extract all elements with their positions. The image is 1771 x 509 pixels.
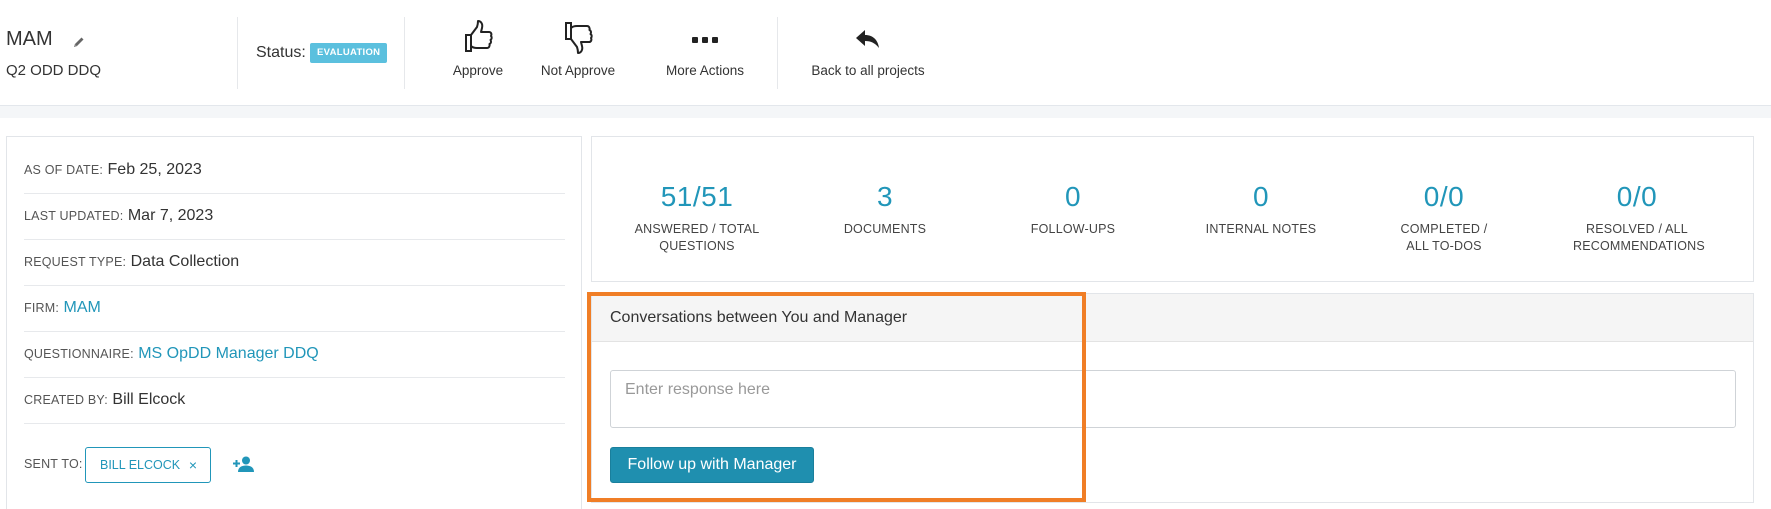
not-approve-label: Not Approve bbox=[540, 63, 616, 78]
project-header: MAM Q2 ODD DDQ Status: EVALUATION Approv… bbox=[0, 0, 1771, 106]
project-title: MAM bbox=[6, 28, 53, 50]
created-by-value: Bill Elcock bbox=[112, 391, 186, 408]
remove-recipient-icon[interactable]: × bbox=[189, 448, 197, 482]
stat-caption: RESOLVED / ALL RECOMMENDATIONS bbox=[1573, 222, 1705, 253]
thumbs-up-icon bbox=[465, 20, 493, 52]
add-user-icon[interactable] bbox=[233, 455, 255, 473]
stat-answered-questions[interactable]: 51/51 ANSWERED / TOTAL QUESTIONS bbox=[603, 181, 791, 255]
stat-caption: ANSWERED / TOTAL QUESTIONS bbox=[634, 222, 760, 253]
sent-to-label: SENT TO: bbox=[24, 457, 83, 471]
stat-recommendations[interactable]: 0/0 RESOLVED / ALL RECOMMENDATIONS bbox=[1543, 181, 1731, 255]
conversation-title: Conversations between You and Manager bbox=[610, 309, 908, 326]
more-actions-label: More Actions bbox=[665, 63, 745, 78]
stat-caption: INTERNAL NOTES bbox=[1205, 222, 1317, 236]
not-approve-button[interactable]: Not Approve bbox=[536, 18, 620, 78]
approve-button[interactable]: Approve bbox=[446, 18, 510, 78]
recipient-chip: BILL ELCOCK × bbox=[85, 447, 211, 483]
as-of-date-row: AS OF DATE: Feb 25, 2023 bbox=[24, 147, 565, 194]
firm-link[interactable]: MAM bbox=[63, 299, 100, 316]
status-badge: EVALUATION bbox=[310, 43, 388, 63]
header-divider bbox=[777, 17, 778, 89]
project-subtitle: Q2 ODD DDQ bbox=[6, 62, 102, 79]
status-label: Status: bbox=[256, 44, 306, 61]
request-type-label: REQUEST TYPE: bbox=[24, 255, 127, 269]
approve-label: Approve bbox=[452, 63, 504, 78]
recipient-chip-label: BILL ELCOCK bbox=[100, 458, 181, 472]
created-by-row: CREATED BY: Bill Elcock bbox=[24, 377, 565, 424]
stat-value: 0/0 bbox=[1423, 181, 1465, 212]
more-actions-button[interactable]: More Actions bbox=[661, 18, 749, 78]
stat-value: 0 bbox=[1252, 181, 1270, 212]
stat-value: 51/51 bbox=[660, 181, 734, 212]
questionnaire-label: QUESTIONNAIRE: bbox=[24, 347, 134, 361]
project-details-panel: AS OF DATE: Feb 25, 2023 LAST UPDATED: M… bbox=[6, 136, 582, 509]
stat-follow-ups[interactable]: 0 FOLLOW-UPS bbox=[979, 181, 1167, 238]
last-updated-value: Mar 7, 2023 bbox=[127, 207, 214, 224]
header-band bbox=[0, 106, 1771, 118]
thumbs-down-icon bbox=[565, 22, 593, 54]
back-to-projects-label: Back to all projects bbox=[811, 63, 925, 78]
stat-caption: FOLLOW-UPS bbox=[1030, 222, 1116, 236]
stat-internal-notes[interactable]: 0 INTERNAL NOTES bbox=[1167, 181, 1355, 238]
last-updated-label: LAST UPDATED: bbox=[24, 209, 124, 223]
conversation-panel: Conversations between You and Manager Fo… bbox=[591, 293, 1754, 503]
stat-caption: COMPLETED / ALL TO-DOS bbox=[1400, 222, 1488, 253]
created-by-label: CREATED BY: bbox=[24, 393, 108, 407]
follow-up-button[interactable]: Follow up with Manager bbox=[610, 447, 814, 483]
last-updated-row: LAST UPDATED: Mar 7, 2023 bbox=[24, 193, 565, 240]
reply-arrow-icon bbox=[856, 30, 879, 48]
header-divider bbox=[404, 17, 405, 89]
firm-label: FIRM: bbox=[24, 301, 60, 315]
stat-value: 0 bbox=[1064, 181, 1082, 212]
request-type-value: Data Collection bbox=[130, 253, 240, 270]
stat-todos[interactable]: 0/0 COMPLETED / ALL TO-DOS bbox=[1355, 181, 1533, 255]
project-stats-panel: 51/51 ANSWERED / TOTAL QUESTIONS 3 DOCUM… bbox=[591, 136, 1754, 282]
header-divider bbox=[237, 17, 238, 89]
questionnaire-row: QUESTIONNAIRE: MS OpDD Manager DDQ bbox=[24, 331, 565, 378]
as-of-date-value: Feb 25, 2023 bbox=[107, 161, 202, 178]
pencil-edit-icon[interactable] bbox=[72, 35, 86, 49]
as-of-date-label: AS OF DATE: bbox=[24, 163, 104, 177]
conversation-header: Conversations between You and Manager bbox=[592, 294, 1753, 342]
stat-caption: DOCUMENTS bbox=[843, 222, 927, 236]
stat-value: 0/0 bbox=[1616, 181, 1658, 212]
stat-documents[interactable]: 3 DOCUMENTS bbox=[791, 181, 979, 238]
firm-row: FIRM: MAM bbox=[24, 285, 565, 332]
stat-value: 3 bbox=[876, 181, 894, 212]
request-type-row: REQUEST TYPE: Data Collection bbox=[24, 239, 565, 286]
back-to-projects-button[interactable]: Back to all projects bbox=[807, 18, 929, 78]
questionnaire-link[interactable]: MS OpDD Manager DDQ bbox=[138, 345, 319, 362]
more-dots-icon bbox=[692, 37, 718, 43]
response-input[interactable] bbox=[610, 370, 1736, 428]
